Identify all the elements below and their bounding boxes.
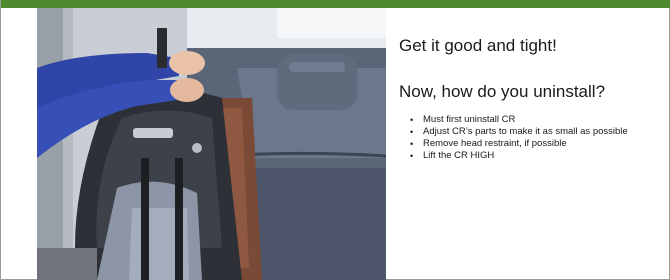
bullet-list: • Must first uninstall CR • Adjust CR’s … (409, 114, 670, 162)
slide: Get it good and tight! Now, how do you u… (0, 0, 670, 280)
bullet-item: • Lift the CR HIGH (409, 150, 670, 162)
bullet-text: Lift the CR HIGH (423, 150, 495, 161)
slide-title-secondary: Now, how do you uninstall? (399, 82, 606, 101)
bullet-item: • Must first uninstall CR (409, 114, 670, 126)
bullet-dot-icon: • (410, 127, 414, 137)
bullet-dot-icon: • (410, 139, 414, 149)
bullet-dot-icon: • (410, 151, 414, 161)
accent-bar (1, 0, 670, 8)
bullet-item: • Adjust CR’s parts to make it as small … (409, 126, 670, 138)
car-seat-photo (37, 8, 386, 280)
slide-title-primary: Get it good and tight! (399, 36, 557, 55)
bullet-text: Remove head restraint, if possible (423, 138, 567, 149)
bullet-item: • Remove head restraint, if possible (409, 138, 670, 150)
bullet-dot-icon: • (410, 115, 414, 125)
bullet-text: Adjust CR’s parts to make it as small as… (423, 126, 628, 137)
bullet-text: Must first uninstall CR (423, 114, 516, 125)
